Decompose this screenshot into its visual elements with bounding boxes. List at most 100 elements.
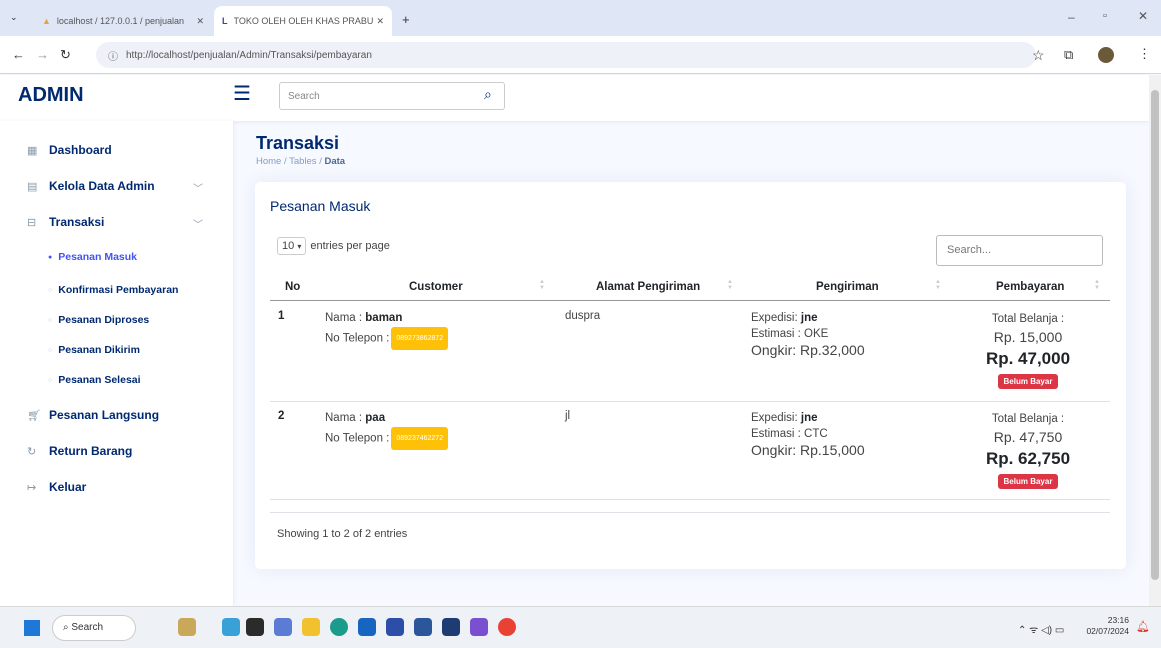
reload-icon[interactable]: ↻ (60, 47, 71, 63)
page-title: Transaksi (256, 133, 340, 153)
minimize-button[interactable]: – (1068, 10, 1075, 24)
mail-icon[interactable] (358, 618, 376, 636)
header-divider (270, 300, 1110, 301)
phone-label: No Telepon : (325, 432, 390, 445)
sidebar-item-transaksi[interactable]: ⊟ Transaksi (27, 215, 104, 229)
tab-label: TOKO OLEH OLEH KHAS PRABU (233, 16, 374, 26)
notification-bell-icon[interactable]: 🔔︎ (1136, 620, 1150, 633)
info-icon: ⓘ (108, 51, 118, 63)
new-tab-button[interactable]: + (402, 12, 410, 27)
scrollbar-thumb[interactable] (1151, 90, 1159, 580)
sidebar-sub-selesai[interactable]: ○ Pesanan Selesai (48, 374, 141, 386)
file-explorer-icon[interactable] (302, 618, 320, 636)
expedisi-value: jne (800, 412, 818, 424)
sidebar-item-label: Return Barang (49, 444, 133, 458)
row1-pembayaran: Total Belanja : Rp. 15,000 Rp. 47,000 Be… (958, 310, 1098, 391)
taskbar-search[interactable]: ⌕ Search (52, 615, 136, 641)
column-header-pembayaran[interactable]: Pembayaran (996, 281, 1064, 293)
logout-icon: ↦ (27, 481, 37, 494)
expedisi-label: Expedisi: (751, 312, 798, 324)
nama-label: Nama : (325, 312, 363, 324)
word-icon[interactable] (414, 618, 432, 636)
sidebar-item-label: Transaksi (49, 215, 105, 229)
app-icon[interactable] (470, 618, 488, 636)
address-bar[interactable]: ⓘ http://localhost/penjualan/Admin/Trans… (96, 42, 1036, 68)
profile-avatar[interactable] (1098, 47, 1114, 63)
chevron-down-icon[interactable]: ﹀ (193, 216, 203, 231)
search-icon: ⌕ (63, 622, 69, 633)
phone-label: No Telepon : (325, 332, 390, 345)
customer-name: baman (365, 312, 403, 324)
customer-name: paa (365, 412, 386, 424)
back-icon[interactable]: ← (12, 47, 25, 62)
phone-badge: 089237462272 (391, 427, 449, 450)
table-info: Showing 1 to 2 of 2 entries (277, 528, 408, 540)
column-header-pengiriman[interactable]: Pengiriman (816, 281, 879, 293)
extensions-icon[interactable]: ⧉ (1064, 47, 1073, 63)
bookmark-star-icon[interactable]: ☆ (1032, 47, 1045, 64)
column-header-alamat[interactable]: Alamat Pengiriman (596, 281, 700, 293)
breadcrumb-tables[interactable]: Tables (289, 156, 316, 167)
edge-icon[interactable] (330, 618, 348, 636)
estimasi: Estimasi : CTC (751, 428, 828, 440)
tab-phpmyadmin[interactable]: ▲ localhost / 127.0.0.1 / penjualan ✕ (34, 6, 212, 36)
sort-icon[interactable]: ▲ ▼ (539, 279, 545, 291)
header-search-input[interactable]: Search ⌕ (279, 82, 505, 110)
sidebar-item-label: Konfirmasi Pembayaran (58, 284, 179, 296)
search-icon[interactable]: ⌕ (484, 86, 492, 103)
windows-start-icon[interactable] (24, 620, 40, 636)
sidebar-item-kelola[interactable]: ▤ Kelola Data Admin (27, 179, 155, 193)
sidebar-item-keluar[interactable]: ↦ Keluar (27, 480, 86, 494)
app-icon[interactable] (386, 618, 404, 636)
restore-button[interactable]: ▫ (1103, 10, 1107, 22)
system-tray-icons[interactable]: ⌃ ᯤ ◁) ▭ (1018, 622, 1064, 636)
chrome-icon[interactable] (498, 618, 516, 636)
app-icon[interactable] (222, 618, 240, 636)
status-badge: Belum Bayar (997, 474, 1059, 489)
expedisi-value: jne (800, 312, 818, 324)
per-page-label: entries per page (310, 240, 390, 252)
ongkir: Ongkir: Rp.32,000 (751, 342, 865, 358)
sidebar-item-label: Pesanan Selesai (58, 374, 141, 386)
table-search-input[interactable]: Search... (936, 235, 1103, 266)
row1-pengiriman: Expedisi: jne Estimasi : OKE Ongkir: Rp.… (751, 310, 865, 360)
per-page-select[interactable]: 10 ▾ (277, 237, 307, 255)
clock[interactable]: 23:16 02/07/2024 (1084, 615, 1129, 637)
app-icon[interactable] (246, 618, 264, 636)
chevron-down-icon[interactable]: ﹀ (193, 180, 203, 195)
row1-customer: Nama : baman No Telepon :089273862872 (325, 310, 449, 350)
sort-icon[interactable]: ▲ ▼ (935, 279, 941, 291)
app-icon[interactable] (178, 618, 196, 636)
url-text: http://localhost/penjualan/Admin/Transak… (126, 49, 372, 61)
sidebar-sub-konfirmasi[interactable]: ○ Konfirmasi Pembayaran (48, 284, 178, 296)
phpmyadmin-icon: ▲ (42, 16, 51, 26)
sort-icon[interactable]: ▲ ▼ (1094, 279, 1100, 291)
logo[interactable]: ADMIN (18, 84, 84, 107)
sidebar-item-pesanan-langsung[interactable]: 🛒︎ Pesanan Langsung (27, 408, 159, 422)
app-icon[interactable] (274, 618, 292, 636)
app-icon[interactable] (442, 618, 460, 636)
tab-list-chevron-icon[interactable]: ⌄ (10, 12, 18, 23)
cart-icon: 🛒︎ (27, 409, 41, 422)
sidebar-sub-diproses[interactable]: ○ Pesanan Diproses (48, 314, 149, 326)
chevron-down-icon: ▾ (297, 242, 302, 251)
forward-icon[interactable]: → (36, 47, 49, 62)
sidebar-sub-dikirim[interactable]: ○ Pesanan Dikirim (48, 344, 140, 356)
sidebar-item-dashboard[interactable]: ▦ Dashboard (27, 143, 112, 157)
menu-toggle-icon[interactable]: ☰ (233, 84, 251, 104)
tab-toko[interactable]: L TOKO OLEH OLEH KHAS PRABU ✕ (214, 6, 392, 36)
row2-no: 2 (278, 410, 285, 422)
close-window-button[interactable]: ✕ (1138, 9, 1148, 23)
column-header-customer[interactable]: Customer (409, 281, 463, 293)
close-icon[interactable]: ✕ (196, 16, 204, 27)
row2-alamat: jl (565, 410, 571, 422)
breadcrumb-home[interactable]: Home (256, 156, 281, 167)
sidebar-sub-pesanan-masuk[interactable]: ● Pesanan Masuk (48, 251, 137, 263)
sort-icon[interactable]: ▲ ▼ (727, 279, 733, 291)
more-menu-icon[interactable]: ⋮ (1138, 46, 1151, 62)
sidebar-item-return[interactable]: ↻ Return Barang (27, 444, 132, 458)
sidebar-item-label: Pesanan Masuk (58, 251, 138, 263)
close-icon[interactable]: ✕ (376, 16, 384, 27)
column-header-no[interactable]: No (285, 281, 300, 293)
sidebar-item-label: Keluar (49, 480, 87, 494)
